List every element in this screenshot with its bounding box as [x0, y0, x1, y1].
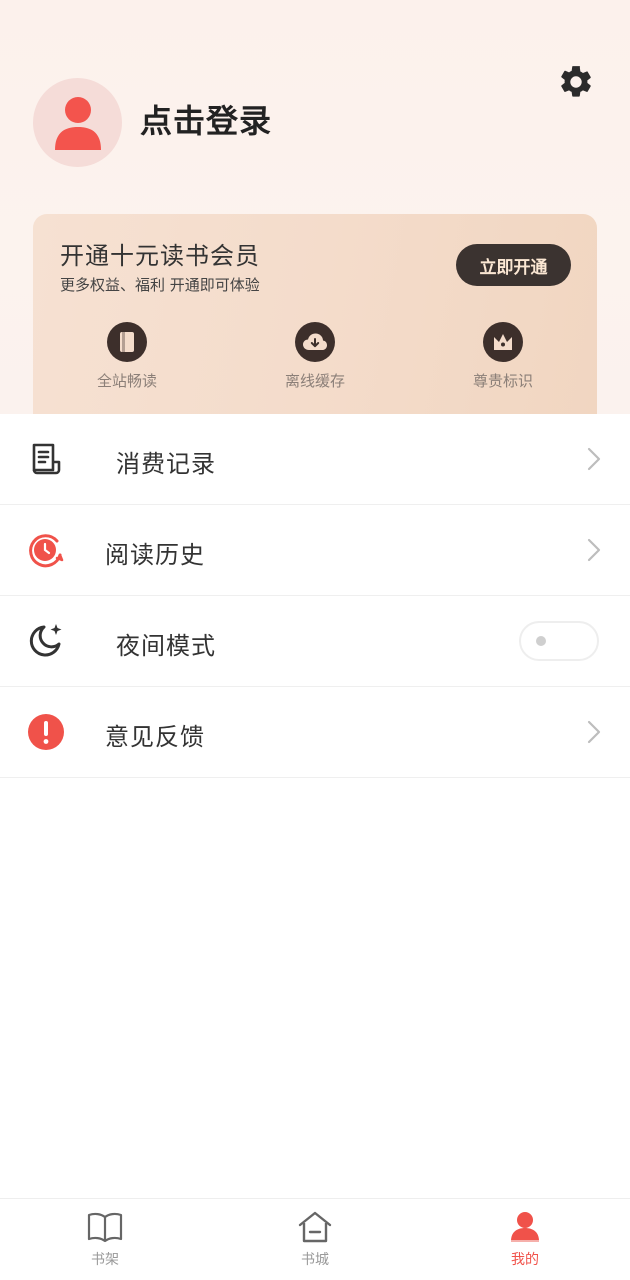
crown-icon: [483, 322, 523, 362]
tab-mine[interactable]: 我的: [475, 1209, 575, 1269]
perk-offline-cache: 离线缓存: [255, 322, 375, 391]
menu-label: 消费记录: [116, 450, 216, 478]
perk-badge: 尊贵标识: [443, 322, 563, 391]
tab-label: 书架: [91, 1252, 119, 1268]
toggle-knob: [536, 636, 546, 646]
alert-icon: [26, 712, 66, 752]
perk-label: 尊贵标识: [472, 372, 533, 390]
chevron-right-icon: [587, 538, 601, 562]
moon-icon: [26, 621, 66, 661]
tab-label: 书城: [301, 1252, 329, 1268]
vip-card: 开通十元读书会员 更多权益、福利 开通即可体验 立即开通 全站畅读 离线缓存 尊: [33, 214, 597, 414]
menu-label: 夜间模式: [116, 632, 216, 660]
settings-button[interactable]: [556, 62, 596, 102]
vip-subtitle: 更多权益、福利 开通即可体验: [60, 276, 260, 294]
perk-label: 离线缓存: [284, 372, 345, 390]
gear-icon: [561, 66, 591, 97]
tab-bookshelf[interactable]: 书架: [55, 1209, 155, 1269]
menu-item-night-mode[interactable]: 夜间模式: [0, 596, 630, 687]
menu-list: 消费记录 阅读历史 夜间模式 意见反馈: [0, 414, 630, 778]
menu-item-purchase-records[interactable]: 消费记录: [0, 414, 630, 505]
menu-item-reading-history[interactable]: 阅读历史: [0, 505, 630, 596]
avatar[interactable]: [33, 78, 122, 167]
history-clock-icon: [26, 530, 66, 570]
login-link[interactable]: 点击登录: [140, 96, 272, 142]
open-book-icon: [85, 1209, 125, 1245]
menu-label: 阅读历史: [105, 541, 205, 569]
chevron-right-icon: [587, 447, 601, 471]
vip-title: 开通十元读书会员: [60, 242, 260, 270]
chevron-right-icon: [587, 720, 601, 744]
home-icon: [295, 1209, 335, 1245]
tab-bookstore[interactable]: 书城: [265, 1209, 365, 1269]
tab-label: 我的: [511, 1252, 539, 1268]
cloud-download-icon: [295, 322, 335, 362]
user-icon: [54, 96, 101, 150]
book-icon: [107, 322, 147, 362]
menu-item-feedback[interactable]: 意见反馈: [0, 687, 630, 778]
open-vip-button[interactable]: 立即开通: [456, 244, 571, 286]
bottom-tab-bar: 书架 书城 我的: [0, 1198, 630, 1280]
perk-full-read: 全站畅读: [67, 322, 187, 391]
user-icon: [505, 1209, 545, 1245]
night-mode-toggle[interactable]: [519, 621, 599, 661]
receipt-icon: [26, 439, 66, 479]
menu-label: 意见反馈: [105, 723, 205, 751]
perk-label: 全站畅读: [96, 372, 157, 390]
